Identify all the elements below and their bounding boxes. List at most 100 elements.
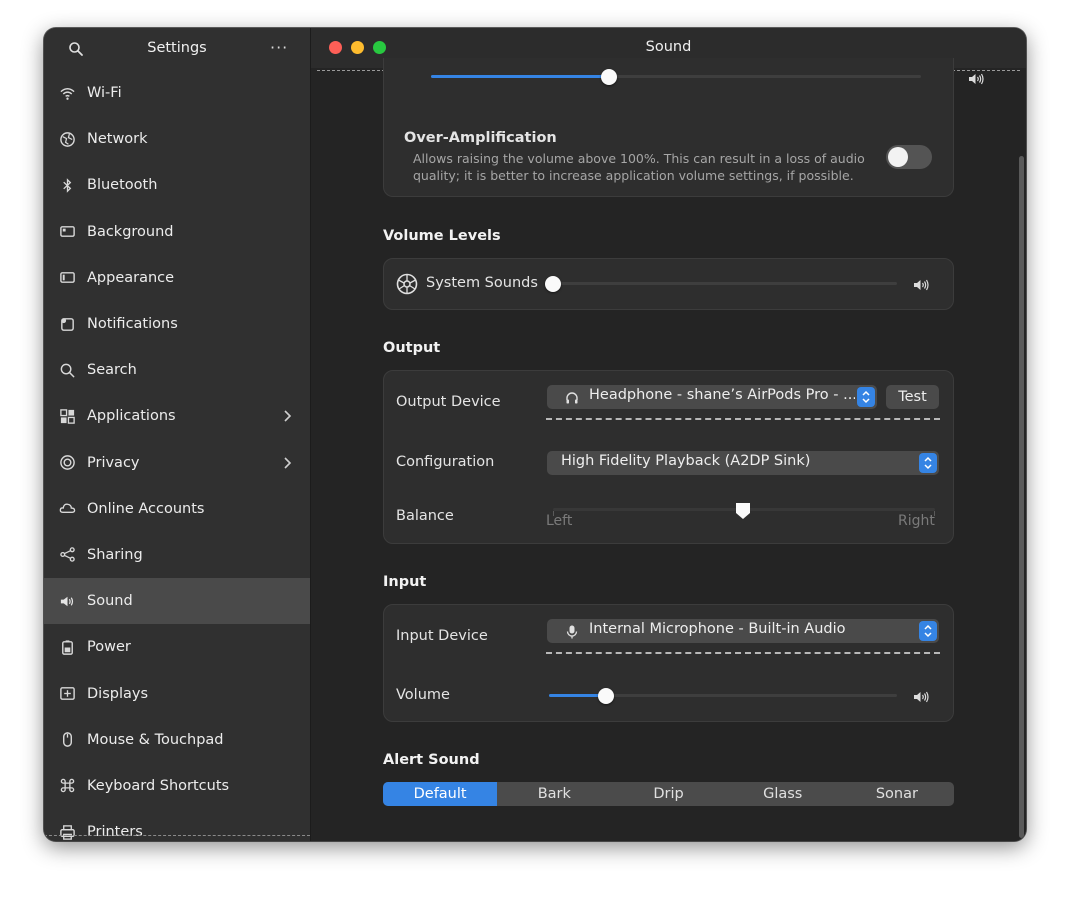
chevron-right-icon (282, 408, 292, 424)
sidebar-divider (44, 835, 310, 836)
sidebar-item-search[interactable]: Search (44, 347, 310, 393)
balance-knob[interactable] (735, 502, 751, 520)
privacy-icon (58, 454, 76, 472)
printer-icon (58, 823, 76, 841)
sidebar-item-power[interactable]: Power (44, 624, 310, 670)
sidebar-item-notifications[interactable]: Notifications (44, 301, 310, 347)
network-icon (58, 130, 76, 148)
configuration-value: High Fidelity Playback (A2DP Sink) (561, 453, 811, 469)
sidebar: Settings ··· Wi-Fi Network Bluetooth Bac… (44, 28, 311, 841)
system-sounds-label: System Sounds (426, 275, 538, 291)
test-button[interactable]: Test (886, 385, 939, 409)
bluetooth-icon (58, 176, 76, 194)
input-device-dropdown[interactable]: Internal Microphone - Built-in Audio (547, 619, 939, 643)
volume-high-icon (913, 277, 931, 291)
sidebar-item-label: Notifications (87, 316, 178, 333)
wifi-icon (58, 84, 76, 102)
alert-sound-selector: Default Bark Drip Glass Sonar (383, 782, 954, 806)
sidebar-item-printers[interactable]: Printers (44, 809, 310, 841)
chevron-right-icon (282, 455, 292, 471)
output-device-dropdown[interactable]: Headphone - shane’s AirPods Pro - ... (547, 385, 877, 409)
sidebar-item-wifi[interactable]: Wi-Fi (44, 70, 310, 116)
balance-right-label: Right (898, 513, 935, 529)
alert-option-bark[interactable]: Bark (497, 782, 611, 806)
command-icon (58, 777, 76, 795)
settings-window: Settings ··· Wi-Fi Network Bluetooth Bac… (44, 28, 1026, 841)
alert-option-sonar[interactable]: Sonar (840, 782, 954, 806)
sidebar-item-label: Mouse & Touchpad (87, 731, 224, 748)
sidebar-item-appearance[interactable]: Appearance (44, 255, 310, 301)
input-device-value: Internal Microphone - Built-in Audio (589, 621, 846, 637)
search-icon (58, 361, 76, 379)
volume-levels-title: Volume Levels (383, 228, 501, 244)
input-volume-knob[interactable] (598, 688, 614, 704)
sidebar-item-bluetooth[interactable]: Bluetooth (44, 162, 310, 208)
balance-left-label: Left (546, 513, 573, 529)
system-sounds-icon (396, 273, 418, 295)
cloud-icon (58, 500, 76, 518)
mouse-icon (58, 731, 76, 749)
sidebar-item-online-accounts[interactable]: Online Accounts (44, 486, 310, 532)
input-title: Input (383, 574, 427, 590)
headphones-icon (565, 390, 579, 404)
description-line: Allows raising the volume above 100%. Th… (413, 151, 865, 166)
sidebar-item-label: Search (87, 362, 137, 379)
sidebar-item-sound[interactable]: Sound (44, 578, 310, 625)
sidebar-item-background[interactable]: Background (44, 209, 310, 255)
sidebar-item-label: Wi-Fi (87, 85, 122, 102)
applications-icon (58, 407, 76, 425)
sidebar-item-sharing[interactable]: Sharing (44, 532, 310, 578)
sidebar-item-label: Sound (87, 593, 133, 610)
configuration-dropdown[interactable]: High Fidelity Playback (A2DP Sink) (547, 451, 939, 475)
share-icon (58, 546, 76, 564)
main-panel: Sound Over-Amplification Allows raising … (311, 28, 1026, 841)
sidebar-item-displays[interactable]: Displays (44, 670, 310, 716)
configuration-label: Configuration (396, 454, 495, 470)
chevron-updown-icon (919, 621, 937, 641)
input-volume-label: Volume (396, 687, 450, 703)
sidebar-item-network[interactable]: Network (44, 116, 310, 162)
sidebar-header: Settings ··· (44, 28, 310, 70)
microphone-icon (565, 624, 579, 639)
sidebar-item-label: Appearance (87, 269, 175, 286)
background-icon (58, 223, 76, 241)
volume-high-icon (968, 71, 986, 85)
over-amplification-title: Over-Amplification (404, 130, 557, 146)
alert-option-drip[interactable]: Drip (611, 782, 725, 806)
battery-icon (58, 638, 76, 656)
description-line: quality; it is better to increase applic… (413, 168, 854, 183)
over-amplification-toggle[interactable] (886, 145, 932, 169)
sidebar-item-label: Printers (87, 824, 143, 841)
system-sounds-track[interactable] (553, 282, 897, 285)
master-volume-knob[interactable] (601, 69, 617, 85)
sidebar-item-label: Keyboard Shortcuts (87, 777, 230, 794)
scrollbar[interactable] (1019, 156, 1024, 838)
alert-option-glass[interactable]: Glass (726, 782, 840, 806)
sidebar-item-keyboard-shortcuts[interactable]: Keyboard Shortcuts (44, 763, 310, 809)
alert-option-default[interactable]: Default (383, 782, 498, 806)
sidebar-item-label: Power (87, 639, 131, 656)
system-sounds-knob[interactable] (545, 276, 561, 292)
output-device-label: Output Device (396, 394, 501, 410)
sidebar-item-mouse-touchpad[interactable]: Mouse & Touchpad (44, 717, 310, 763)
sidebar-list: Wi-Fi Network Bluetooth Background Appea… (44, 70, 310, 841)
output-device-value: Headphone - shane’s AirPods Pro - ... (589, 387, 855, 403)
display-icon (58, 685, 76, 703)
sidebar-item-label: Bluetooth (87, 177, 158, 194)
sidebar-item-applications[interactable]: Applications (44, 393, 310, 439)
more-menu-icon[interactable]: ··· (270, 38, 288, 57)
input-device-label: Input Device (396, 628, 488, 644)
chevron-updown-icon (919, 453, 937, 473)
sidebar-item-label: Online Accounts (87, 500, 205, 517)
toggle-knob (888, 147, 908, 167)
sidebar-item-label: Displays (87, 685, 149, 702)
sidebar-item-label: Applications (87, 408, 176, 425)
sidebar-item-privacy[interactable]: Privacy (44, 440, 310, 486)
sidebar-item-label: Privacy (87, 454, 140, 471)
output-device-divider (546, 418, 940, 420)
volume-high-icon (913, 689, 931, 703)
master-volume-fill (431, 75, 609, 78)
sidebar-item-label: Sharing (87, 546, 143, 563)
over-amplification-description: Allows raising the volume above 100%. Th… (413, 150, 883, 184)
output-title: Output (383, 340, 441, 356)
